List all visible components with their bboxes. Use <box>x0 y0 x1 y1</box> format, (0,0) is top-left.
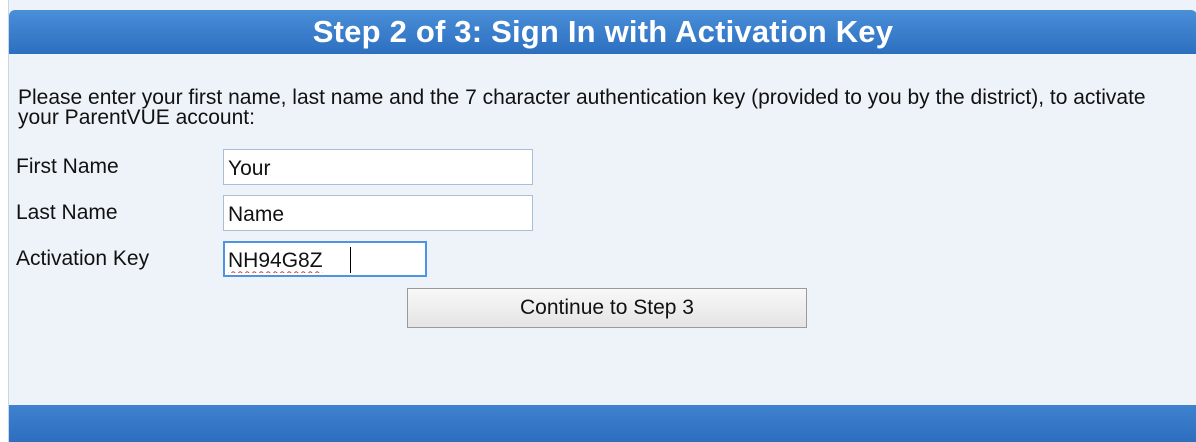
activation-panel: Step 2 of 3: Sign In with Activation Key… <box>8 0 1196 442</box>
activation-key-label: Activation Key <box>16 247 150 270</box>
continue-button[interactable]: Continue to Step 3 <box>407 288 807 328</box>
instructions-text: Please enter your first name, last name … <box>18 86 1146 129</box>
page-title: Step 2 of 3: Sign In with Activation Key <box>9 10 1196 54</box>
last-name-label: Last Name <box>16 201 118 224</box>
footer-bar <box>9 405 1196 442</box>
activation-key-field[interactable] <box>223 241 427 277</box>
text-caret <box>350 247 351 273</box>
first-name-field[interactable] <box>223 149 533 185</box>
last-name-field[interactable] <box>223 195 533 231</box>
first-name-label: First Name <box>16 155 119 178</box>
